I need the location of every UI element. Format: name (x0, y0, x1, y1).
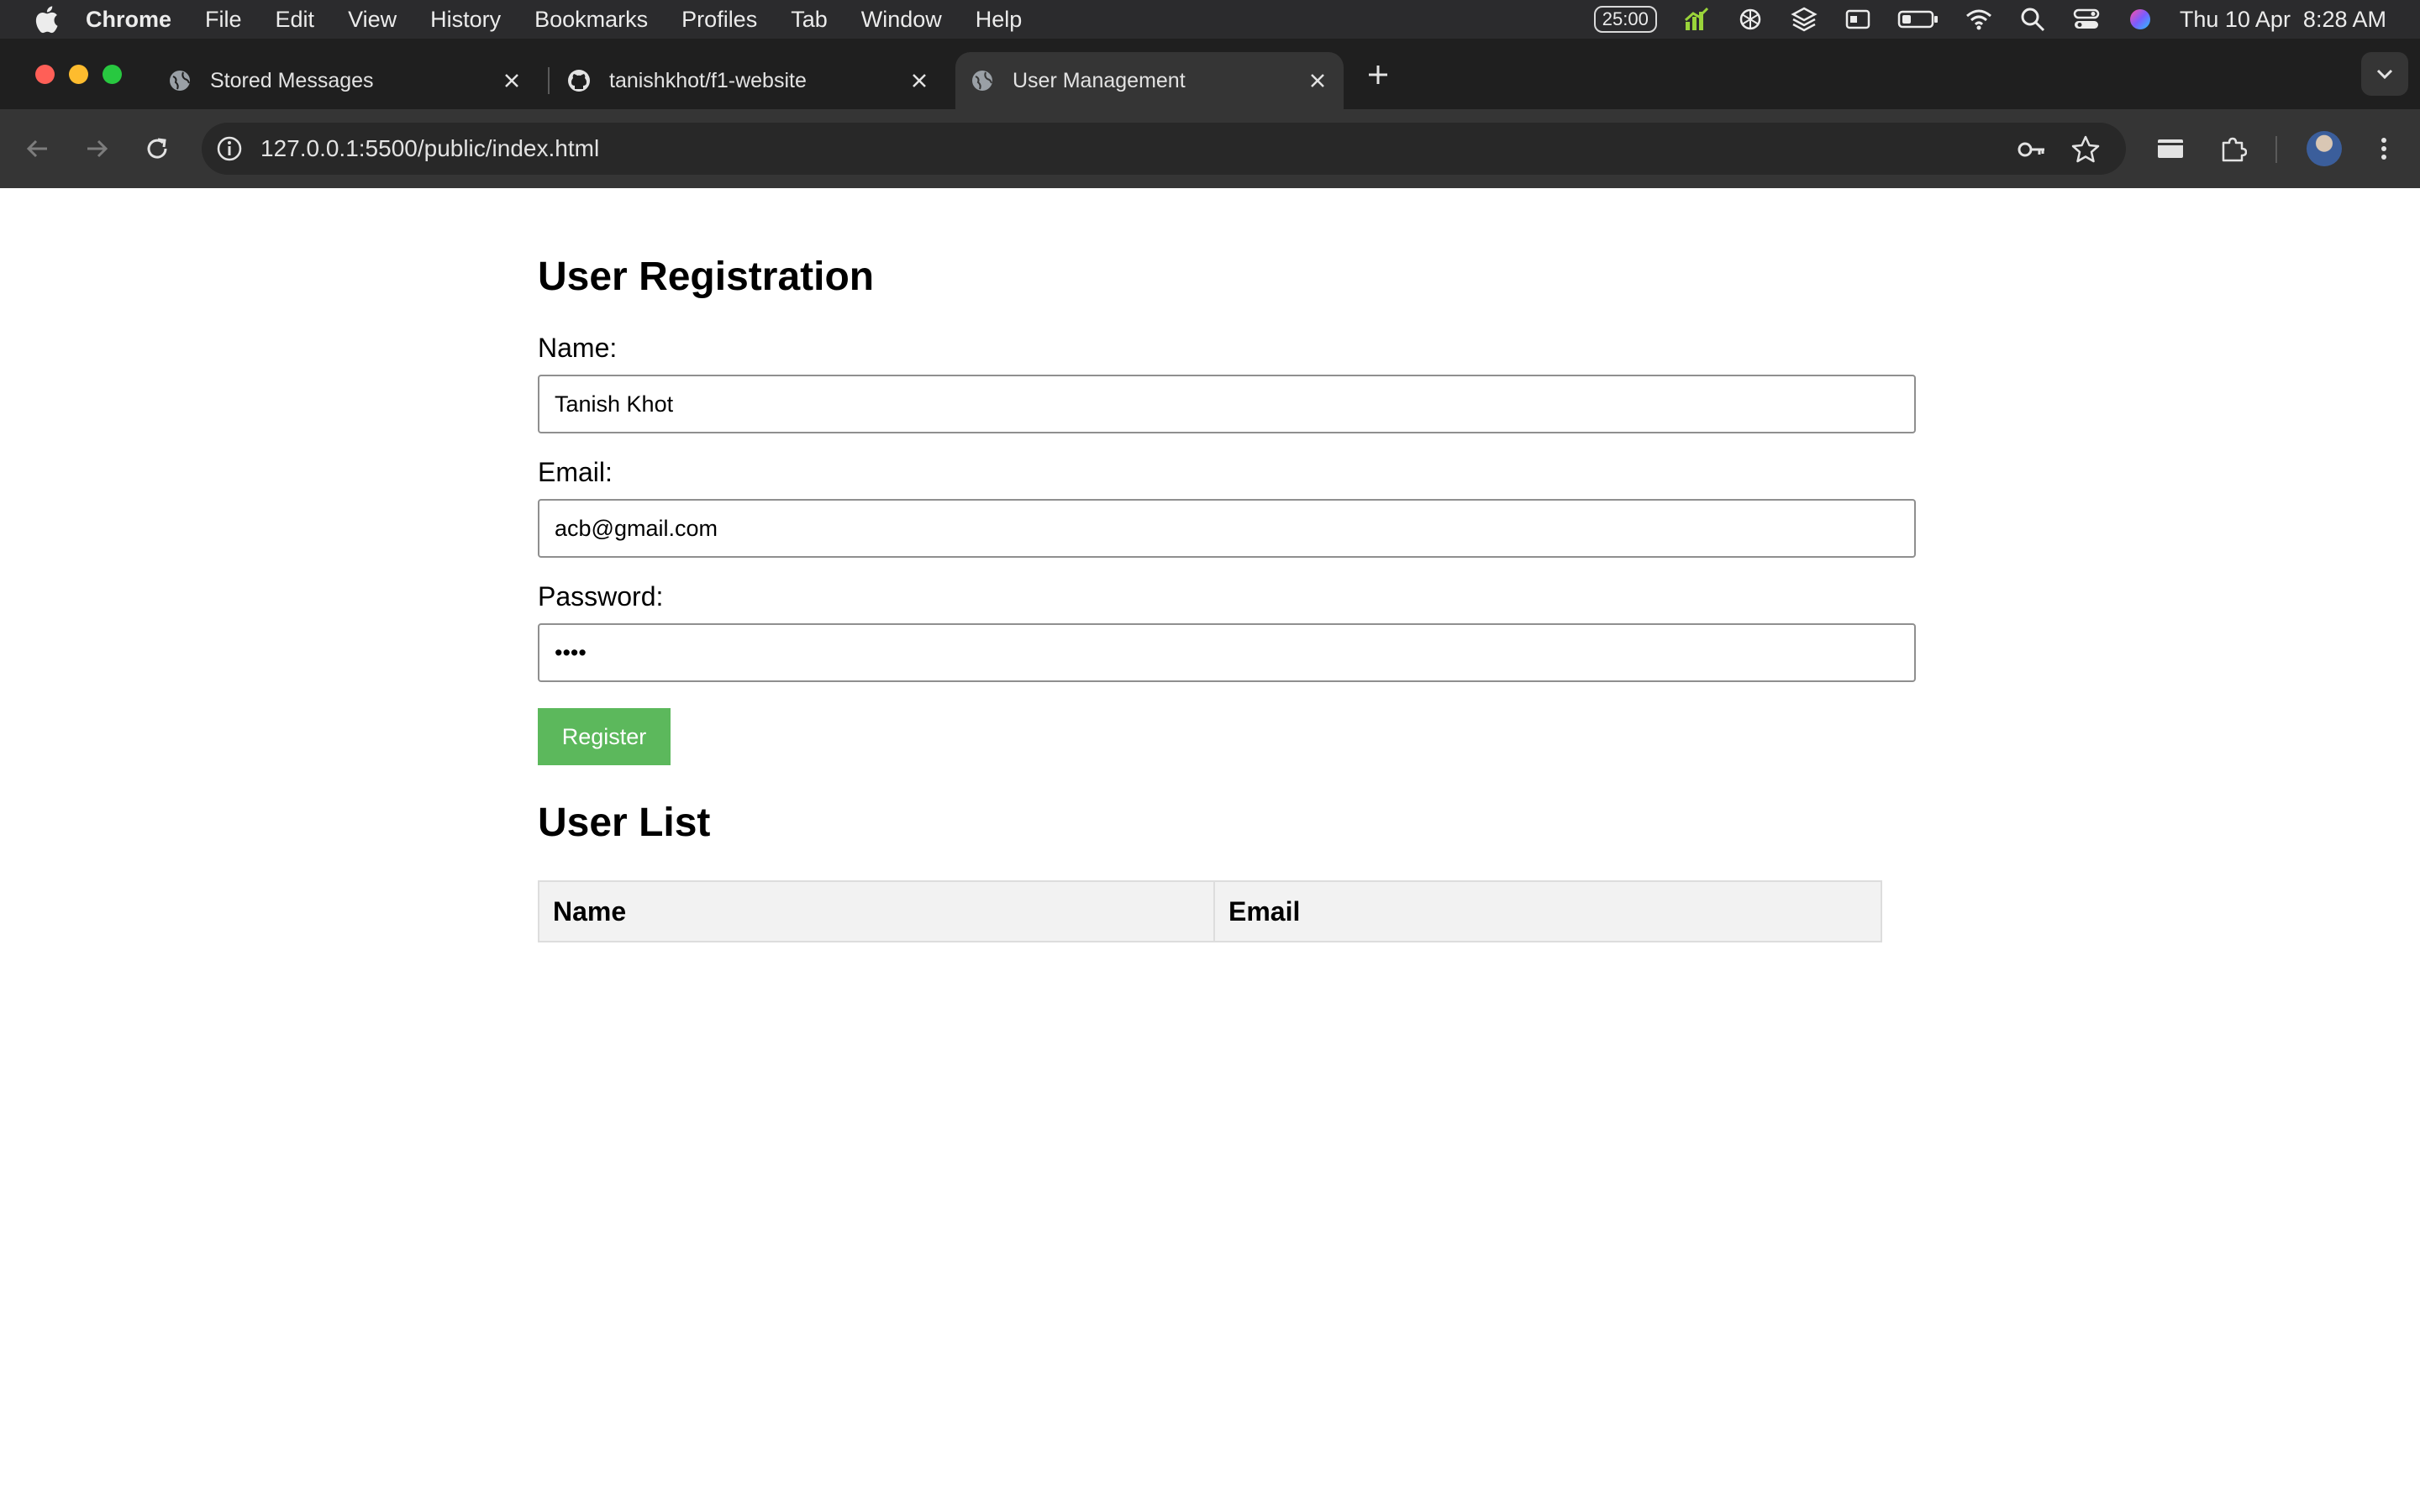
name-label: Name: (538, 333, 618, 363)
name-input[interactable] (538, 375, 1916, 433)
window-zoom-button[interactable] (103, 65, 122, 84)
tab-search-button[interactable] (2361, 52, 2408, 96)
register-button[interactable]: Register (538, 708, 671, 765)
close-tab-icon[interactable] (910, 71, 929, 90)
menu-bookmarks[interactable]: Bookmarks (534, 7, 648, 33)
spotlight-search-icon[interactable] (2018, 5, 2047, 34)
more-menu-icon[interactable] (2370, 134, 2398, 163)
column-header-email: Email (1213, 880, 1882, 942)
macos-menu-bar: Chrome File Edit View History Bookmarks … (0, 0, 2420, 39)
menu-edit[interactable]: Edit (276, 7, 315, 33)
id-card-icon[interactable] (1844, 5, 1872, 34)
timer-badge[interactable]: 25:00 (1593, 6, 1657, 33)
openai-icon[interactable] (1736, 5, 1765, 34)
layers-icon[interactable] (1790, 5, 1818, 34)
registration-title: User Registration (538, 255, 875, 299)
extension-card-icon[interactable] (2156, 134, 2185, 163)
menu-help[interactable]: Help (976, 7, 1023, 33)
forward-arrow-icon[interactable] (82, 134, 111, 163)
address-bar[interactable]: 127.0.0.1:5500/public/index.html (202, 123, 2126, 175)
table-header-row: Name Email (538, 880, 1882, 942)
battery-icon[interactable] (1897, 5, 1939, 34)
menu-profiles[interactable]: Profiles (681, 7, 757, 33)
browser-tab-strip: Stored Messages tanishkhot/f1-website Us… (0, 39, 2420, 109)
email-label: Email: (538, 457, 613, 487)
menu-tab[interactable]: Tab (791, 7, 828, 33)
email-input[interactable] (538, 499, 1916, 558)
user-list-title: User List (538, 801, 711, 845)
user-table: Name Email (538, 880, 1882, 942)
menubar-datetime[interactable]: Thu 10 Apr 8:28 AM (2180, 7, 2386, 33)
browser-toolbar: 127.0.0.1:5500/public/index.html (0, 109, 2420, 188)
apple-logo-icon[interactable] (34, 5, 59, 34)
menu-file[interactable]: File (205, 7, 242, 33)
toolbar-separator (2275, 136, 2277, 163)
web-page: User Registration Name: Email: Password:… (0, 188, 2420, 1512)
password-label: Password: (538, 581, 664, 612)
menu-app-name[interactable]: Chrome (86, 7, 171, 33)
tab-stored-messages[interactable]: Stored Messages (151, 52, 538, 109)
close-tab-icon[interactable] (1308, 71, 1327, 90)
tab-title: tanishkhot/f1-website (609, 68, 807, 92)
siri-icon[interactable] (2126, 5, 2154, 34)
site-info-icon[interactable] (215, 134, 244, 163)
bookmark-star-icon[interactable] (2070, 134, 2101, 165)
stocks-chart-icon[interactable] (1682, 5, 1711, 34)
back-arrow-icon[interactable] (24, 134, 52, 163)
column-header-name: Name (538, 880, 1215, 942)
globe-icon (170, 71, 190, 91)
tab-github-repo[interactable]: tanishkhot/f1-website (550, 52, 945, 109)
menu-window[interactable]: Window (861, 7, 942, 33)
password-key-icon[interactable] (2017, 134, 2047, 165)
window-close-button[interactable] (35, 65, 55, 84)
tab-title: Stored Messages (210, 68, 374, 92)
github-icon (568, 70, 590, 92)
profile-avatar[interactable] (2307, 131, 2342, 166)
menu-history[interactable]: History (430, 7, 501, 33)
chevron-down-icon (2376, 69, 2393, 80)
tab-title: User Management (1013, 68, 1186, 92)
control-center-icon[interactable] (2072, 5, 2101, 34)
new-tab-plus-icon[interactable] (1365, 62, 1391, 87)
close-tab-icon[interactable] (502, 71, 521, 90)
extensions-puzzle-icon[interactable] (2218, 134, 2247, 163)
window-minimize-button[interactable] (69, 65, 88, 84)
tab-user-management[interactable]: User Management (955, 52, 1344, 109)
wifi-icon[interactable] (1965, 5, 1993, 34)
menu-view[interactable]: View (348, 7, 397, 33)
password-input[interactable] (538, 623, 1916, 682)
globe-icon (972, 71, 992, 91)
url-text[interactable]: 127.0.0.1:5500/public/index.html (260, 135, 599, 162)
tab-separator (548, 67, 550, 94)
reload-icon[interactable] (143, 134, 171, 163)
